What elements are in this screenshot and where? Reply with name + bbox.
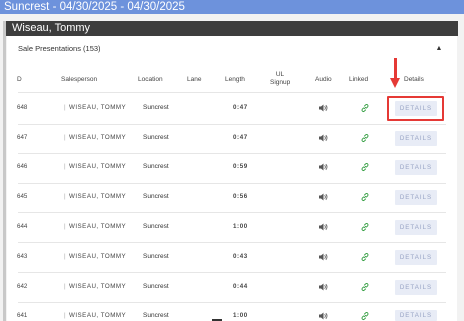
- row-id: 641: [17, 312, 28, 319]
- details-button[interactable]: DETAILS: [395, 131, 437, 146]
- row-salesperson: WISEAU, TOMMY: [69, 283, 127, 290]
- column-header-linked: Linked: [349, 76, 369, 83]
- row-location: Suncrest: [143, 253, 169, 260]
- speaker-icon[interactable]: [318, 103, 328, 113]
- section-title: Sale Presentations (153): [18, 44, 101, 53]
- row-salesperson: WISEAU, TOMMY: [69, 134, 127, 141]
- row-separator: |: [64, 104, 66, 111]
- link-icon[interactable]: [360, 103, 370, 113]
- row-location: Suncrest: [143, 163, 169, 170]
- row-divider: [18, 242, 446, 243]
- row-separator: |: [64, 253, 66, 260]
- column-header-ul-signup-line2: Signup: [270, 79, 291, 86]
- row-location: Suncrest: [143, 193, 169, 200]
- row-id: 643: [17, 253, 28, 260]
- panel-border: [3, 21, 6, 321]
- annotation-arrow-shaft: [394, 58, 397, 80]
- row-id: 644: [17, 223, 28, 230]
- details-button[interactable]: DETAILS: [395, 310, 437, 321]
- row-divider: [18, 302, 446, 303]
- details-button[interactable]: DETAILS: [395, 220, 437, 235]
- row-id: 648: [17, 104, 28, 111]
- column-header-ul-signup[interactable]: UL Signup: [270, 71, 290, 87]
- details-button[interactable]: DETAILS: [395, 160, 437, 175]
- row-location: Suncrest: [143, 134, 169, 141]
- row-salesperson: WISEAU, TOMMY: [69, 104, 127, 111]
- speaker-icon[interactable]: [318, 162, 328, 172]
- link-icon[interactable]: [360, 252, 370, 262]
- row-salesperson: WISEAU, TOMMY: [69, 223, 127, 230]
- row-location: Suncrest: [143, 223, 169, 230]
- link-icon[interactable]: [360, 311, 370, 321]
- row-id: 647: [17, 134, 28, 141]
- row-divider: [18, 183, 446, 184]
- row-id: 642: [17, 283, 28, 290]
- speaker-icon[interactable]: [318, 192, 328, 202]
- row-id: 646: [17, 163, 28, 170]
- annotation-highlight-box: [387, 96, 444, 121]
- row-length: 1:00: [233, 312, 248, 319]
- link-icon[interactable]: [360, 133, 370, 143]
- row-length: 0:59: [233, 163, 248, 170]
- row-length: 0:56: [233, 193, 248, 200]
- details-button[interactable]: DETAILS: [395, 250, 437, 265]
- column-header-location[interactable]: Location: [138, 76, 163, 84]
- row-length: 0:43: [233, 253, 248, 260]
- link-icon[interactable]: [360, 282, 370, 292]
- column-header-length[interactable]: Length: [225, 76, 245, 84]
- row-separator: |: [64, 193, 66, 200]
- window-title: Suncrest - 04/30/2025 - 04/30/2025: [0, 0, 464, 14]
- column-header-details: Details: [404, 76, 424, 83]
- column-header-id: D: [17, 76, 22, 83]
- row-divider: [18, 212, 446, 213]
- row-length: 1:00: [233, 223, 248, 230]
- speaker-icon[interactable]: [318, 222, 328, 232]
- column-header-ul-signup-line1: UL: [275, 71, 285, 78]
- details-button[interactable]: DETAILS: [395, 190, 437, 205]
- row-separator: |: [64, 163, 66, 170]
- speaker-icon[interactable]: [318, 133, 328, 143]
- row-salesperson: WISEAU, TOMMY: [69, 253, 127, 260]
- speaker-icon[interactable]: [318, 311, 328, 321]
- annotation-arrow-icon: [390, 78, 400, 88]
- row-divider: [18, 153, 446, 154]
- salesperson-header: Wiseau, Tommy: [6, 21, 458, 36]
- link-icon[interactable]: [360, 222, 370, 232]
- row-length: 0:47: [233, 134, 248, 141]
- chevron-up-icon[interactable]: ▲: [434, 44, 444, 54]
- speaker-icon[interactable]: [318, 282, 328, 292]
- row-location: Suncrest: [143, 312, 169, 319]
- column-header-audio: Audio: [315, 76, 332, 83]
- link-icon[interactable]: [360, 192, 370, 202]
- details-button[interactable]: DETAILS: [395, 280, 437, 295]
- header-divider: [18, 92, 446, 93]
- row-salesperson: WISEAU, TOMMY: [69, 163, 127, 170]
- row-divider: [18, 272, 446, 273]
- column-header-lane[interactable]: Lane: [187, 76, 201, 84]
- row-salesperson: WISEAU, TOMMY: [69, 312, 127, 319]
- row-separator: |: [64, 283, 66, 290]
- row-location: Suncrest: [143, 283, 169, 290]
- row-location: Suncrest: [143, 104, 169, 111]
- row-id: 645: [17, 193, 28, 200]
- row-separator: |: [64, 134, 66, 141]
- row-separator: |: [64, 312, 66, 319]
- row-salesperson: WISEAU, TOMMY: [69, 193, 127, 200]
- row-length: 0:44: [233, 283, 248, 290]
- column-header-salesperson[interactable]: Salesperson: [61, 76, 97, 84]
- speaker-icon[interactable]: [318, 252, 328, 262]
- link-icon[interactable]: [360, 162, 370, 172]
- row-length: 0:47: [233, 104, 248, 111]
- row-divider: [18, 124, 446, 125]
- row-separator: |: [64, 223, 66, 230]
